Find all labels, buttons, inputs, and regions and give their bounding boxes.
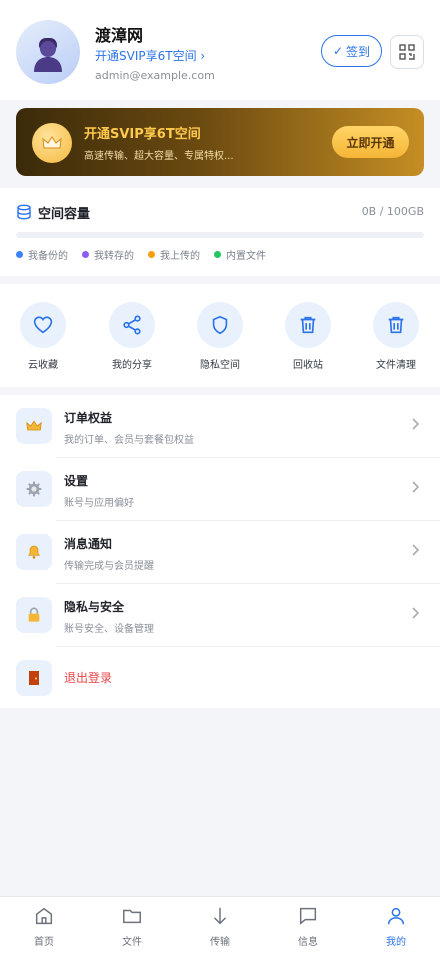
tab-label: 文件: [122, 937, 142, 948]
tab-label: 我的: [386, 937, 406, 948]
tab-label: 传输: [210, 937, 230, 948]
legend-dot: [214, 251, 221, 258]
action-my-shares[interactable]: 我的分享: [97, 302, 167, 371]
tab-transfer[interactable]: 传输: [176, 905, 264, 948]
legend-label: 内置文件: [226, 251, 266, 262]
action-label: 回收站: [293, 360, 323, 371]
storage-usage: 0B / 100GB: [361, 205, 424, 218]
menu-subtitle: 账号安全、设备管理: [64, 624, 154, 635]
heart-icon: [32, 314, 54, 336]
action-file-cleanup[interactable]: 文件清理: [361, 302, 431, 371]
storage-title: 空间容量: [38, 207, 91, 222]
action-private-space[interactable]: 隐私空间: [185, 302, 255, 371]
storage-card[interactable]: 空间容量 0B / 100GB 我备份的 我转存的 我上传的 内置文件: [0, 188, 440, 276]
crown-icon: [42, 135, 62, 151]
trash-clean-icon: [385, 314, 407, 336]
chevron-right-icon: [410, 480, 420, 494]
crown-badge: [32, 123, 72, 163]
action-recycle-bin[interactable]: 回收站: [273, 302, 343, 371]
action-cloud-favorites[interactable]: 云收藏: [8, 302, 78, 371]
storage-legend: 我备份的 我转存的 我上传的 内置文件: [16, 247, 266, 262]
chevron-right-icon: [410, 606, 420, 620]
action-label: 我的分享: [112, 360, 152, 371]
shield-icon: [209, 314, 231, 336]
user-name: 渡漳网: [95, 26, 144, 45]
lock-icon: [27, 607, 41, 623]
legend-label: 我备份的: [28, 251, 68, 262]
action-label: 文件清理: [376, 360, 416, 371]
tab-me[interactable]: 我的: [352, 905, 440, 948]
share-icon: [121, 314, 143, 336]
svip-banner[interactable]: 开通SVIP享6T空间 高速传输、超大容量、专属特权... 立即开通: [16, 108, 424, 176]
database-icon: [16, 204, 32, 220]
menu-item-notifications[interactable]: 消息通知 传输完成与会员提醒: [0, 521, 440, 584]
tab-label: 信息: [298, 937, 318, 948]
legend-item-uploaded: 我上传的: [148, 247, 200, 262]
door-icon: [28, 670, 40, 686]
chevron-right-icon: [410, 417, 420, 431]
legend-item-builtin: 内置文件: [214, 247, 266, 262]
check-icon: ✓: [332, 44, 344, 58]
legend-dot: [16, 251, 23, 258]
gear-icon: [26, 481, 42, 497]
logout-label: 退出登录: [64, 671, 113, 685]
trash-icon: [297, 314, 319, 336]
download-arrow-icon: [209, 905, 231, 929]
menu-title: 设置: [64, 474, 89, 488]
crown-icon: [26, 419, 42, 433]
legend-label: 我上传的: [160, 251, 200, 262]
legend-dot: [148, 251, 155, 258]
menu-item-privacy[interactable]: 隐私与安全 账号安全、设备管理: [0, 584, 440, 647]
folder-icon: [121, 905, 143, 929]
home-icon: [33, 905, 55, 929]
profile-header: 渡漳网 开通SVIP享6T空间 › admin@example.com ✓ 签到: [0, 0, 440, 100]
signin-button[interactable]: ✓ 签到: [321, 35, 382, 67]
settings-menu: 订单权益 我的订单、会员与套餐包权益 设置 账号与应用偏好 消息通知 传输完成与…: [0, 395, 440, 708]
action-label: 隐私空间: [200, 360, 240, 371]
menu-subtitle: 账号与应用偏好: [64, 498, 134, 509]
legend-item-saved: 我转存的: [82, 247, 134, 262]
user-email: admin@example.com: [95, 69, 215, 82]
banner-subtitle: 高速传输、超大容量、专属特权...: [84, 151, 234, 162]
legend-item-backup: 我备份的: [16, 247, 68, 262]
legend-dot: [82, 251, 89, 258]
menu-item-orders[interactable]: 订单权益 我的订单、会员与套餐包权益: [0, 395, 440, 458]
message-icon: [297, 905, 319, 929]
bottom-tab-bar: 首页 文件 传输 信息 我的: [0, 896, 440, 956]
menu-subtitle: 我的订单、会员与套餐包权益: [64, 435, 194, 446]
quick-actions: 云收藏 我的分享 隐私空间 回收站 文件清理: [0, 284, 440, 387]
menu-title: 消息通知: [64, 537, 113, 551]
menu-item-settings[interactable]: 设置 账号与应用偏好: [0, 458, 440, 521]
storage-bar: [16, 232, 424, 238]
menu-subtitle: 传输完成与会员提醒: [64, 561, 154, 572]
avatar[interactable]: [16, 20, 80, 84]
tab-messages[interactable]: 信息: [264, 905, 352, 948]
tab-label: 首页: [34, 937, 54, 948]
action-label: 云收藏: [28, 360, 58, 371]
logout-button[interactable]: 退出登录: [0, 647, 440, 710]
tab-files[interactable]: 文件: [88, 905, 176, 948]
banner-title: 开通SVIP享6T空间: [84, 127, 201, 142]
qr-scan-button[interactable]: [390, 35, 424, 69]
chevron-right-icon: [410, 543, 420, 557]
qr-scan-icon: [398, 43, 416, 61]
user-icon: [385, 905, 407, 929]
menu-title: 订单权益: [64, 411, 113, 425]
bell-icon: [26, 544, 42, 560]
vip-upgrade-link[interactable]: 开通SVIP享6T空间 ›: [95, 47, 205, 64]
legend-label: 我转存的: [94, 251, 134, 262]
menu-title: 隐私与安全: [64, 600, 125, 614]
open-svip-button[interactable]: 立即开通: [332, 126, 409, 158]
tab-home[interactable]: 首页: [0, 905, 88, 948]
signin-label: 签到: [346, 44, 371, 59]
